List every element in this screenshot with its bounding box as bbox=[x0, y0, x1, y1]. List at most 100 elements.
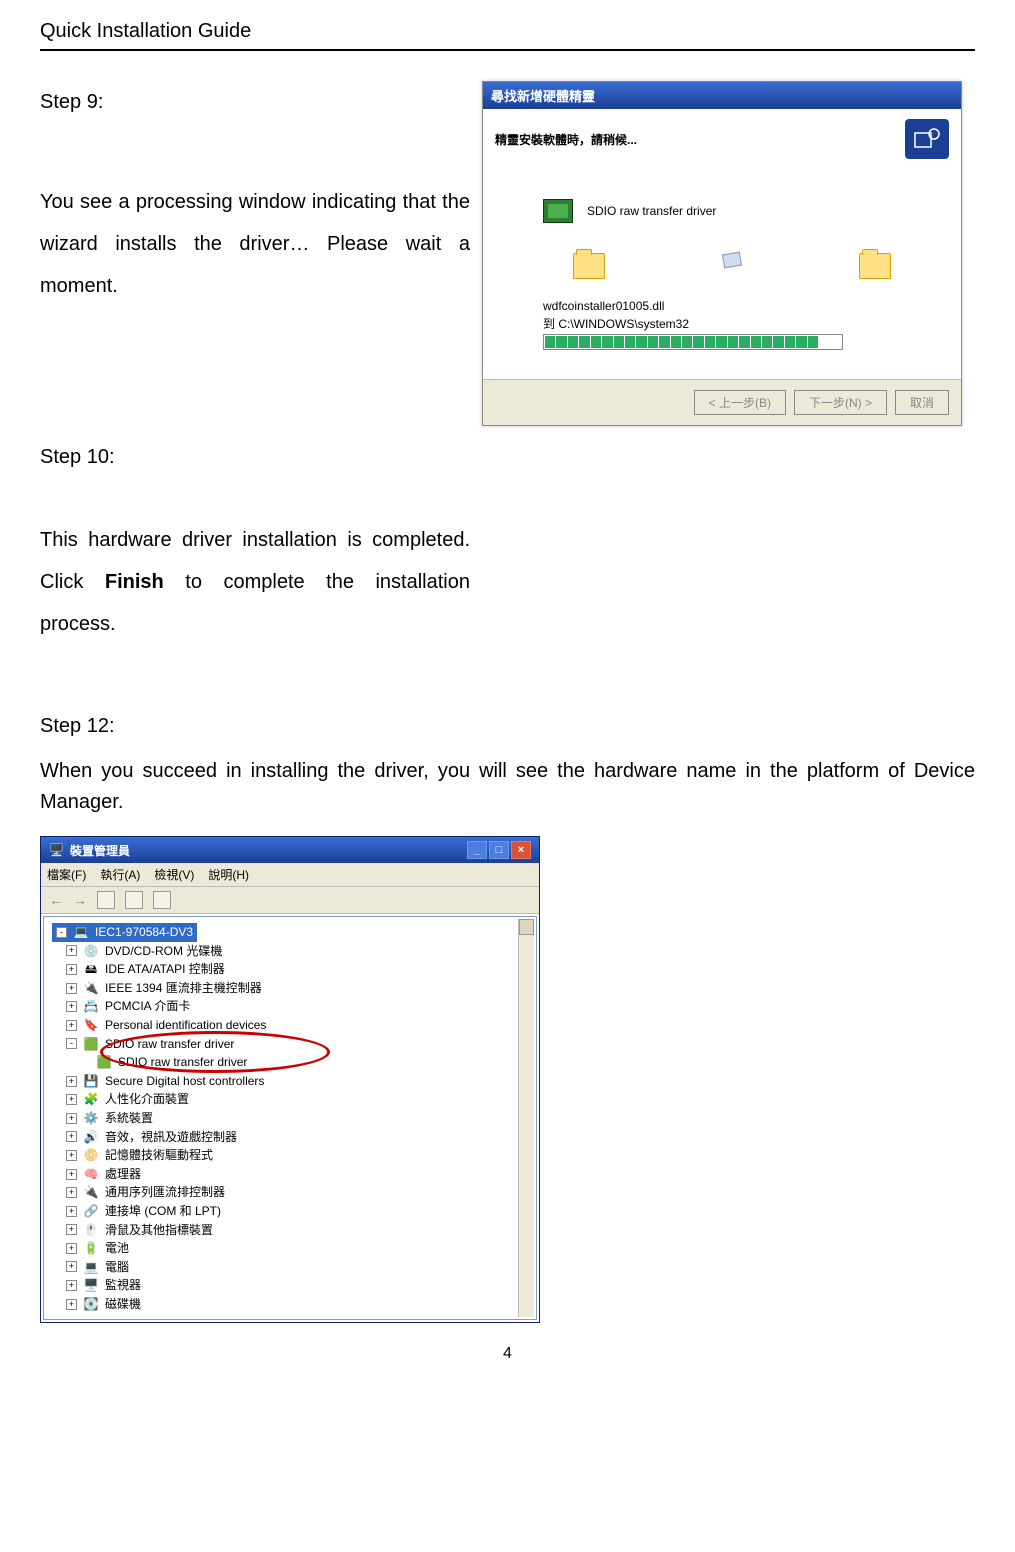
tree-node[interactable]: +🖱️滑鼠及其他指標裝置 bbox=[66, 1221, 530, 1240]
step9-label: Step 9: bbox=[40, 81, 470, 123]
device-icon: 💻 bbox=[83, 1260, 99, 1274]
computer-icon: 💻 bbox=[73, 925, 89, 939]
expand-icon[interactable]: + bbox=[66, 1224, 77, 1235]
expand-icon[interactable]: + bbox=[66, 1243, 77, 1254]
wizard-body: SDIO raw transfer driver wdfcoinstaller0… bbox=[483, 169, 961, 379]
cancel-button[interactable]: 取消 bbox=[895, 390, 949, 415]
expand-icon[interactable]: - bbox=[56, 927, 67, 938]
step12-text: When you succeed in installing the drive… bbox=[40, 756, 975, 818]
device-icon: 📇 bbox=[83, 1000, 99, 1014]
wizard-icon bbox=[905, 119, 949, 159]
device-manager-window: 🖥️ 裝置管理員 _ □ × 檔案(F) 執行(A) 檢視(V) 說明(H) ←… bbox=[40, 836, 540, 1323]
close-button[interactable]: × bbox=[511, 841, 531, 859]
expand-icon[interactable]: + bbox=[66, 1261, 77, 1272]
back-button[interactable]: < 上一步(B) bbox=[694, 390, 786, 415]
devmgr-tree: - 💻 IEC1-970584-DV3 +💿DVD/CD-ROM 光碟機 +🖴I… bbox=[43, 916, 537, 1320]
flying-file-icon bbox=[722, 252, 742, 269]
devmgr-titlebar: 🖥️ 裝置管理員 _ □ × bbox=[41, 837, 539, 863]
expand-icon[interactable]: + bbox=[66, 1169, 77, 1180]
expand-icon[interactable]: + bbox=[66, 983, 77, 994]
minimize-button[interactable]: _ bbox=[467, 841, 487, 859]
tree-node[interactable]: +💾Secure Digital host controllers bbox=[66, 1072, 530, 1091]
scroll-up-button[interactable] bbox=[519, 919, 534, 935]
nav-back-icon[interactable]: ← bbox=[49, 892, 63, 908]
wizard-titlebar: 尋找新增硬體精靈 bbox=[483, 82, 961, 109]
expand-icon[interactable]: + bbox=[66, 1113, 77, 1124]
device-icon: 🔖 bbox=[83, 1018, 99, 1032]
expand-icon[interactable]: + bbox=[66, 1280, 77, 1291]
menu-file[interactable]: 檔案(F) bbox=[47, 866, 86, 883]
tree-root[interactable]: - 💻 IEC1-970584-DV3 bbox=[52, 923, 197, 942]
expand-icon[interactable]: + bbox=[66, 1150, 77, 1161]
expand-icon[interactable]: + bbox=[66, 1094, 77, 1105]
scrollbar[interactable] bbox=[518, 919, 534, 1317]
tree-node-sdio-parent[interactable]: -🟩SDIO raw transfer driver bbox=[66, 1035, 530, 1054]
device-icon: 🔗 bbox=[83, 1204, 99, 1218]
step10-text: This hardware driver installation is com… bbox=[40, 519, 470, 645]
toolbar-button[interactable] bbox=[97, 891, 115, 909]
nav-forward-icon[interactable]: → bbox=[73, 892, 87, 908]
page-number: 4 bbox=[40, 1345, 975, 1363]
maximize-button[interactable]: □ bbox=[489, 841, 509, 859]
tree-node[interactable]: +💿DVD/CD-ROM 光碟機 bbox=[66, 942, 530, 961]
expand-icon[interactable]: + bbox=[66, 1187, 77, 1198]
device-icon: 🔌 bbox=[83, 981, 99, 995]
progress-file-name: wdfcoinstaller01005.dll bbox=[543, 299, 921, 313]
tree-node[interactable]: +🧠處理器 bbox=[66, 1165, 530, 1184]
progress-dest-path: 到 C:\WINDOWS\system32 bbox=[543, 315, 921, 332]
device-icon: 🔌 bbox=[83, 1186, 99, 1200]
devmgr-app-icon: 🖥️ bbox=[49, 843, 64, 857]
tree-node[interactable]: +🔌IEEE 1394 匯流排主機控制器 bbox=[66, 979, 530, 998]
toolbar-button[interactable] bbox=[153, 891, 171, 909]
menu-help[interactable]: 說明(H) bbox=[208, 866, 249, 883]
menu-action[interactable]: 執行(A) bbox=[100, 866, 140, 883]
device-icon: 🧩 bbox=[83, 1093, 99, 1107]
wizard-subtitle-text: 精靈安裝軟體時，請稍候... bbox=[495, 131, 637, 148]
tree-node[interactable]: +🔗連接埠 (COM 和 LPT) bbox=[66, 1202, 530, 1221]
tree-node[interactable]: +🖥️監視器 bbox=[66, 1276, 530, 1295]
devmgr-toolbar: ← → bbox=[41, 887, 539, 914]
page-title: Quick Installation Guide bbox=[40, 20, 975, 51]
step9-column: Step 9: You see a processing window indi… bbox=[40, 81, 470, 307]
expand-icon[interactable]: + bbox=[66, 945, 77, 956]
next-button[interactable]: 下一步(N) > bbox=[794, 390, 887, 415]
devmgr-title-text: 裝置管理員 bbox=[70, 842, 130, 859]
step9-text: You see a processing window indicating t… bbox=[40, 181, 470, 307]
tree-node[interactable]: +📀記憶體技術驅動程式 bbox=[66, 1146, 530, 1165]
tree-node[interactable]: +💽磁碟機 bbox=[66, 1295, 530, 1314]
step10-label: Step 10: bbox=[40, 446, 975, 469]
expand-icon[interactable]: + bbox=[66, 1299, 77, 1310]
expand-icon[interactable]: - bbox=[66, 1038, 77, 1049]
device-icon: 🔊 bbox=[83, 1130, 99, 1144]
device-icon: ⚙️ bbox=[83, 1111, 99, 1125]
tree-node[interactable]: +🔊音效，視訊及遊戲控制器 bbox=[66, 1128, 530, 1147]
expand-icon[interactable]: + bbox=[66, 964, 77, 975]
tree-node[interactable]: +📇PCMCIA 介面卡 bbox=[66, 997, 530, 1016]
menu-view[interactable]: 檢視(V) bbox=[154, 866, 194, 883]
tree-node[interactable]: +🧩人性化介面裝置 bbox=[66, 1090, 530, 1109]
hardware-wizard-window: 尋找新增硬體精靈 精靈安裝軟體時，請稍候... SDIO raw transfe… bbox=[482, 81, 962, 426]
tree-node[interactable]: +🔋電池 bbox=[66, 1239, 530, 1258]
chip-icon: 🟩 bbox=[83, 1037, 99, 1051]
tree-node[interactable]: +⚙️系統裝置 bbox=[66, 1109, 530, 1128]
tree-node[interactable]: +🖴IDE ATA/ATAPI 控制器 bbox=[66, 960, 530, 979]
expand-icon[interactable]: + bbox=[66, 1131, 77, 1142]
chip-icon bbox=[543, 199, 573, 223]
tree-node[interactable]: +🔌通用序列匯流排控制器 bbox=[66, 1183, 530, 1202]
device-icon: 🔋 bbox=[83, 1241, 99, 1255]
devmgr-menubar: 檔案(F) 執行(A) 檢視(V) 說明(H) bbox=[41, 863, 539, 887]
tree-node-sdio-child[interactable]: 🟩SDIO raw transfer driver bbox=[66, 1053, 530, 1072]
progress-bar bbox=[543, 334, 843, 350]
step12-label: Step 12: bbox=[40, 715, 975, 738]
expand-icon[interactable]: + bbox=[66, 1206, 77, 1217]
device-icon: 🖱️ bbox=[83, 1223, 99, 1237]
toolbar-button[interactable] bbox=[125, 891, 143, 909]
tree-node[interactable]: +💻電腦 bbox=[66, 1258, 530, 1277]
device-icon: 🖴 bbox=[83, 962, 99, 976]
expand-icon[interactable]: + bbox=[66, 1076, 77, 1087]
tree-node[interactable]: +🔖Personal identification devices bbox=[66, 1016, 530, 1035]
expand-icon[interactable]: + bbox=[66, 1020, 77, 1031]
device-icon: 📀 bbox=[83, 1148, 99, 1162]
expand-icon[interactable]: + bbox=[66, 1001, 77, 1012]
wizard-footer: < 上一步(B) 下一步(N) > 取消 bbox=[483, 379, 961, 425]
